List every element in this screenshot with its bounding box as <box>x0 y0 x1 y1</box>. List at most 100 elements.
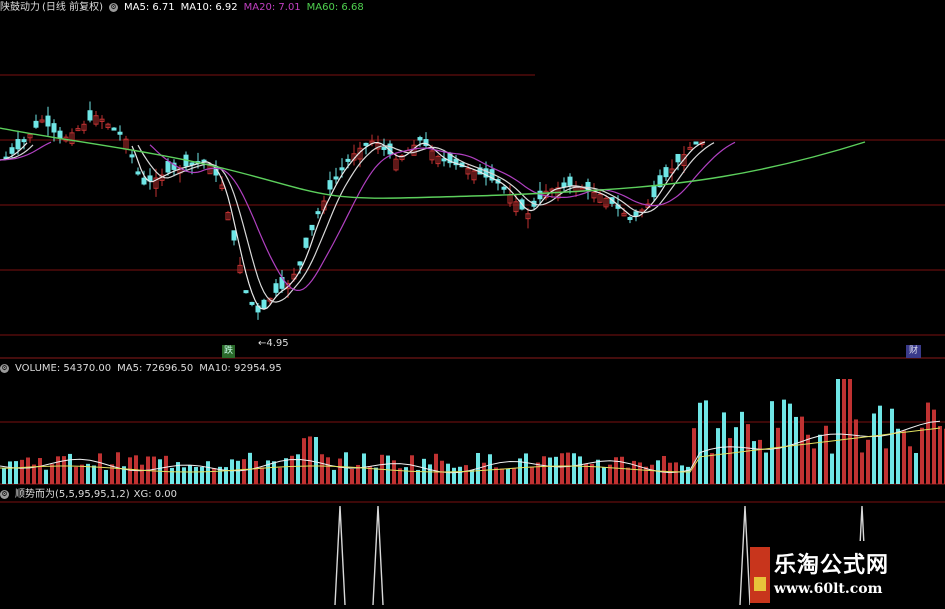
candle-body <box>111 127 117 131</box>
volume-bar <box>488 454 492 484</box>
volume-bar <box>716 428 720 484</box>
ma5-indicator: MA5: 6.71 <box>123 2 175 13</box>
volume-bar <box>326 457 330 484</box>
volume-bar <box>14 461 18 484</box>
volume-bar <box>302 438 306 484</box>
candle-body <box>57 130 63 139</box>
volume-bar <box>38 458 42 484</box>
volume-bar <box>674 462 678 484</box>
candle-body <box>87 110 93 121</box>
volume-bar <box>836 379 840 484</box>
volume-bar <box>854 419 858 484</box>
candle-body <box>165 161 171 173</box>
volume-bar <box>164 455 168 484</box>
stock-name: 陕鼓动力 <box>0 2 40 13</box>
volume-bar <box>56 456 60 484</box>
volume-bar <box>170 467 174 484</box>
candle-body <box>567 176 573 186</box>
ma5-line <box>0 141 706 310</box>
volume-bar <box>296 454 300 484</box>
volume-bar <box>500 468 504 484</box>
volume-bar <box>248 452 252 484</box>
volume-bar <box>914 452 918 484</box>
volume-ma5: MA5: 72696.50 <box>117 363 194 374</box>
volume-bar <box>596 459 600 484</box>
volume-bar <box>434 453 438 484</box>
volume-settings-icon[interactable]: ⚙ <box>0 363 9 373</box>
volume-bar <box>512 467 516 484</box>
volume-bar <box>920 427 924 484</box>
candle-body <box>315 211 321 215</box>
main-panel-header: 陕鼓动力 (日线 前复权) ⚙ MA5: 6.71 MA10: 6.92 MA20: 7.… <box>0 1 370 15</box>
volume-bar <box>848 379 852 484</box>
volume-bar <box>734 427 738 484</box>
volume-bar <box>770 401 774 484</box>
candle-body <box>129 154 135 158</box>
volume-bar <box>524 453 528 484</box>
volume-bar <box>410 455 414 484</box>
volume-bar <box>638 462 642 484</box>
event-badge-finance[interactable]: 财 <box>906 345 921 358</box>
volume-bar <box>362 453 366 484</box>
candle-body <box>51 123 57 133</box>
volume-bar <box>536 462 540 484</box>
volume-bar <box>2 467 6 484</box>
volume-bar <box>752 441 756 484</box>
volume-bar <box>878 405 882 484</box>
watermark: 乐淘公式网 www.60lt.com <box>750 541 945 609</box>
volume-bar <box>98 453 102 484</box>
volume-bar <box>794 416 798 484</box>
period-label: (日线 前复权) <box>42 2 103 13</box>
volume-bar <box>242 459 246 484</box>
candle-body <box>243 290 249 294</box>
signal-panel-header: ⚙ 顺势而为(5,5,95,95,1,2) XG: 0.00 <box>0 488 183 502</box>
volume-bar <box>272 461 276 484</box>
volume-bar <box>140 464 144 484</box>
volume-bar <box>656 460 660 484</box>
volume-bar <box>566 452 570 484</box>
volume-bar <box>542 456 546 484</box>
ma20-indicator: MA20: 7.01 <box>243 2 301 13</box>
volume-bar <box>620 456 624 484</box>
volume-bar <box>698 402 702 484</box>
ma60-indicator: MA60: 6.68 <box>306 2 364 13</box>
volume-bar <box>890 408 894 484</box>
volume-bar <box>926 402 930 484</box>
volume-bar <box>74 466 78 484</box>
volume-bar <box>680 465 684 484</box>
volume-bar <box>68 453 72 484</box>
volume-ma10: MA10: 92954.95 <box>199 363 282 374</box>
event-badge-fall[interactable]: 跌 <box>222 345 235 358</box>
candle-body <box>345 158 351 162</box>
volume-bar <box>650 464 654 484</box>
signal-formula-name: 顺势而为(5,5,95,95,1,2) <box>15 489 130 500</box>
candle-body <box>417 137 423 141</box>
settings-icon[interactable]: ⚙ <box>108 2 118 12</box>
stock-chart[interactable] <box>0 0 945 609</box>
volume-bar <box>224 467 228 484</box>
signal-xg-value: XG: 0.00 <box>133 489 178 500</box>
volume-bar <box>884 448 888 484</box>
volume-bar <box>8 461 12 484</box>
volume-bar <box>284 458 288 484</box>
volume-bar <box>548 457 552 484</box>
volume-bar <box>932 409 936 484</box>
volume-bar <box>530 466 534 484</box>
candle-body <box>693 141 699 145</box>
volume-bar <box>758 439 762 484</box>
candle-body <box>261 299 267 309</box>
volume-bar <box>764 452 768 484</box>
volume-bar <box>332 469 336 484</box>
signal-settings-icon[interactable]: ⚙ <box>0 489 9 499</box>
volume-bar <box>782 399 786 484</box>
volume-bar <box>314 437 318 484</box>
watermark-title: 乐淘公式网 <box>774 552 890 578</box>
volume-bar <box>278 467 282 484</box>
candle-body <box>333 176 339 180</box>
volume-bar <box>458 466 462 484</box>
volume-bar <box>26 457 30 484</box>
candle-body <box>33 120 39 128</box>
volume-bar <box>602 467 606 484</box>
volume-bar <box>104 469 108 484</box>
candle-body <box>303 237 309 248</box>
